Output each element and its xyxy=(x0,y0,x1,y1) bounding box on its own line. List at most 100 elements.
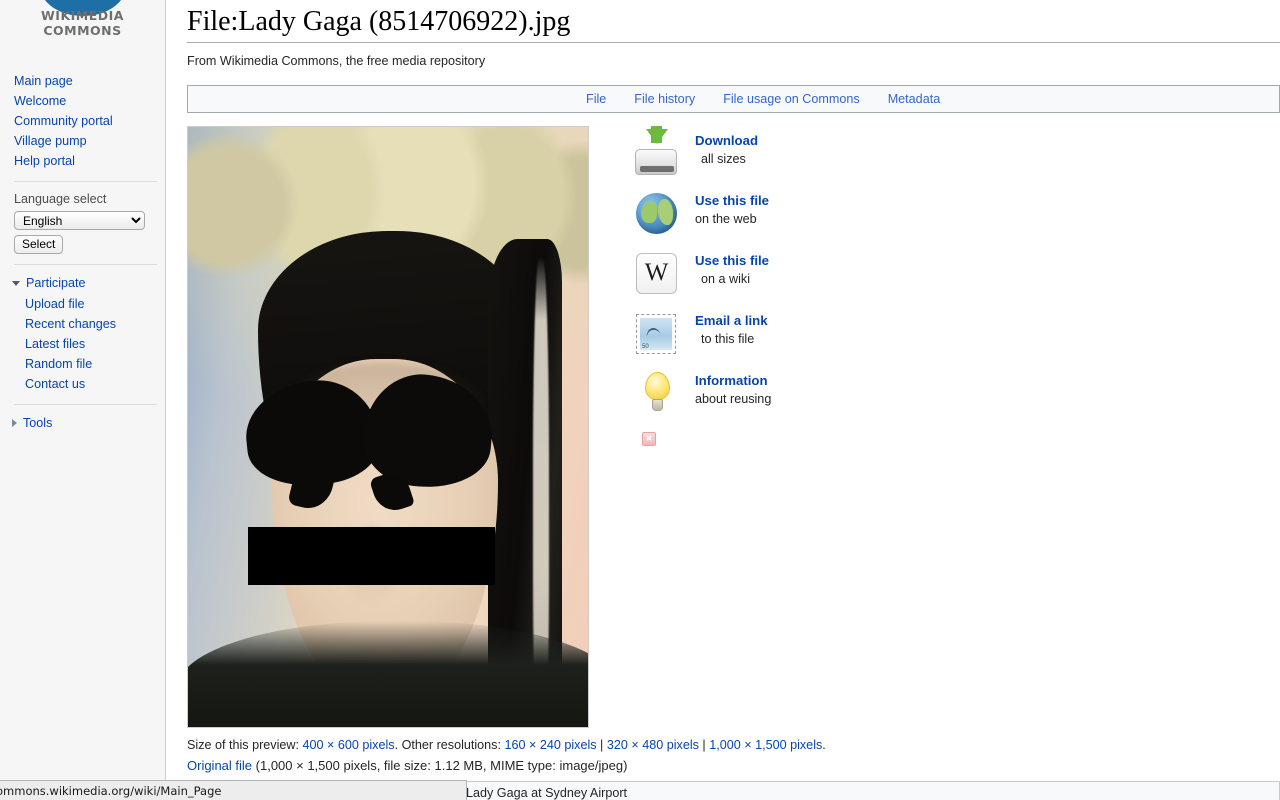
sidebar-item-contact-us[interactable]: Contact us xyxy=(25,374,165,394)
sidebar-link-welcome[interactable]: Welcome xyxy=(14,94,66,108)
photo-shoulders xyxy=(188,621,588,727)
sidebar-link-help-portal[interactable]: Help portal xyxy=(14,154,75,168)
globe-shape xyxy=(636,193,677,234)
resolution-link-160[interactable]: 160 × 240 pixels xyxy=(504,738,596,752)
sidebar-item-main-page[interactable]: Main page xyxy=(14,71,165,91)
sidebar-link-recent-changes[interactable]: Recent changes xyxy=(25,317,116,331)
postage-stamp-icon[interactable] xyxy=(633,310,681,358)
download-drive-icon[interactable] xyxy=(633,126,681,178)
sidebar-item-community-portal[interactable]: Community portal xyxy=(14,111,165,131)
page-title: File:Lady Gaga (8514706922).jpg xyxy=(187,5,1280,43)
site-logo[interactable]: WIKIMEDIA COMMONS xyxy=(0,0,165,52)
sidebar-item-recent-changes[interactable]: Recent changes xyxy=(25,314,165,334)
sidebar-item-random-file[interactable]: Random file xyxy=(25,354,165,374)
chevron-right-icon[interactable] xyxy=(12,419,17,427)
sidebar: WIKIMEDIA COMMONS Main page Welcome Comm… xyxy=(0,0,166,800)
navigation-list: Main page Welcome Community portal Villa… xyxy=(14,71,165,171)
tab-file-usage-on-commons[interactable]: File usage on Commons xyxy=(723,92,860,106)
w-box-shape: W xyxy=(636,253,677,294)
resolution-separator-2: | xyxy=(698,738,710,752)
site-logo-text: WIKIMEDIA COMMONS xyxy=(0,8,165,38)
sidebar-item-welcome[interactable]: Welcome xyxy=(14,91,165,111)
participate-header[interactable]: Participate xyxy=(12,274,165,292)
file-actions-panel: Download all sizes Use this file on the … xyxy=(633,126,771,728)
sidebar-link-contact-us[interactable]: Contact us xyxy=(25,377,85,391)
browser-status-bar: ommons.wikimedia.org/wiki/Main_Page xyxy=(0,780,467,800)
browser-page: WIKIMEDIA COMMONS Main page Welcome Comm… xyxy=(0,0,1280,800)
other-resolutions-prefix: . Other resolutions: xyxy=(394,738,505,752)
stamp-shape xyxy=(636,314,676,354)
participate-list: Upload file Recent changes Latest files … xyxy=(12,294,165,394)
information-link[interactable]: Information xyxy=(695,372,771,390)
wikipedia-w-icon[interactable]: W xyxy=(633,250,681,298)
tools-header[interactable]: Tools xyxy=(12,414,165,432)
sidebar-navigation-portal: Main page Welcome Community portal Villa… xyxy=(0,52,165,171)
tools-heading-label: Tools xyxy=(23,416,53,430)
sidebar-link-community-portal[interactable]: Community portal xyxy=(14,114,113,128)
sidebar-item-village-pump[interactable]: Village pump xyxy=(14,131,165,151)
description-caption: Lady Gaga at Sydney Airport xyxy=(466,786,628,800)
broken-image-icon[interactable] xyxy=(642,432,656,446)
site-subtitle: From Wikimedia Commons, the free media r… xyxy=(187,54,486,68)
use-this-file-wiki-link[interactable]: Use this file xyxy=(695,252,769,270)
resolution-link-320[interactable]: 320 × 480 pixels xyxy=(607,738,699,752)
language-select-portal: Language select English Select xyxy=(0,182,165,254)
stamp-inner-art xyxy=(640,318,672,350)
language-select-button[interactable]: Select xyxy=(14,235,64,254)
sidebar-item-latest-files[interactable]: Latest files xyxy=(25,334,165,354)
logo-line-2: COMMONS xyxy=(43,23,122,38)
use-on-wiki-labels: Use this file on a wiki xyxy=(695,250,769,288)
sidebar-link-main-page[interactable]: Main page xyxy=(14,74,73,88)
bulb-glass-shape xyxy=(645,372,670,400)
arrow-head-shape xyxy=(646,129,668,144)
download-link[interactable]: Download xyxy=(695,132,758,150)
download-labels: Download all sizes xyxy=(695,130,758,168)
size-prefix-text: Size of this preview: xyxy=(187,738,303,752)
file-display-area: Download all sizes Use this file on the … xyxy=(187,126,1280,728)
original-file-link[interactable]: Original file xyxy=(187,758,252,773)
action-row-information: Information about reusing xyxy=(633,370,771,430)
language-select-dropdown[interactable]: English xyxy=(14,211,145,230)
file-tab-bar: File File history File usage on Commons … xyxy=(187,85,1280,113)
drive-shape xyxy=(635,149,677,175)
tab-metadata[interactable]: Metadata xyxy=(888,92,941,106)
bulb-base-shape xyxy=(652,399,663,411)
original-file-details: (1,000 × 1,500 pixels, file size: 1.12 M… xyxy=(252,758,628,773)
use-on-wiki-sublabel: on a wiki xyxy=(701,272,750,286)
language-select-heading: Language select xyxy=(14,192,107,206)
use-this-file-web-link[interactable]: Use this file xyxy=(695,192,769,210)
sidebar-link-latest-files[interactable]: Latest files xyxy=(25,337,85,351)
tab-file[interactable]: File xyxy=(586,92,606,106)
sidebar-link-random-file[interactable]: Random file xyxy=(25,357,92,371)
sidebar-item-upload-file[interactable]: Upload file xyxy=(25,294,165,314)
file-size-info: Size of this preview: 400 × 600 pixels. … xyxy=(187,736,1280,775)
resolution-separator-1: | xyxy=(596,738,607,752)
censor-bar-overlay xyxy=(248,527,495,585)
participate-portal: Participate Upload file Recent changes L… xyxy=(0,265,165,394)
use-on-web-labels: Use this file on the web xyxy=(695,190,769,228)
action-row-download: Download all sizes xyxy=(633,126,771,190)
preview-size-link[interactable]: 400 × 600 pixels xyxy=(303,738,395,752)
globe-icon[interactable] xyxy=(633,190,681,238)
action-row-use-on-web: Use this file on the web xyxy=(633,190,771,250)
chevron-down-icon[interactable] xyxy=(12,280,20,286)
download-sublabel: all sizes xyxy=(701,152,746,166)
lightbulb-icon[interactable] xyxy=(633,370,681,418)
information-sublabel: about reusing xyxy=(695,392,772,406)
file-preview-image[interactable] xyxy=(187,126,589,728)
tools-portal: Tools xyxy=(0,405,165,432)
sidebar-link-upload-file[interactable]: Upload file xyxy=(25,297,85,311)
participate-heading-label: Participate xyxy=(26,276,86,290)
broken-image-placeholder[interactable] xyxy=(633,432,771,449)
status-bar-url: ommons.wikimedia.org/wiki/Main_Page xyxy=(0,783,222,798)
photo-background xyxy=(188,127,588,727)
sidebar-item-help-portal[interactable]: Help portal xyxy=(14,151,165,171)
email-a-link-link[interactable]: Email a link xyxy=(695,312,768,330)
original-file-line: Original file (1,000 × 1,500 pixels, fil… xyxy=(187,756,1280,775)
email-link-labels: Email a link to this file xyxy=(695,310,768,348)
tab-file-history[interactable]: File history xyxy=(634,92,695,106)
resolution-link-1000[interactable]: 1,000 × 1,500 pixels xyxy=(709,738,822,752)
use-on-web-sublabel: on the web xyxy=(695,212,757,226)
sidebar-link-village-pump[interactable]: Village pump xyxy=(14,134,87,148)
logo-line-1: WIKIMEDIA xyxy=(41,8,124,23)
